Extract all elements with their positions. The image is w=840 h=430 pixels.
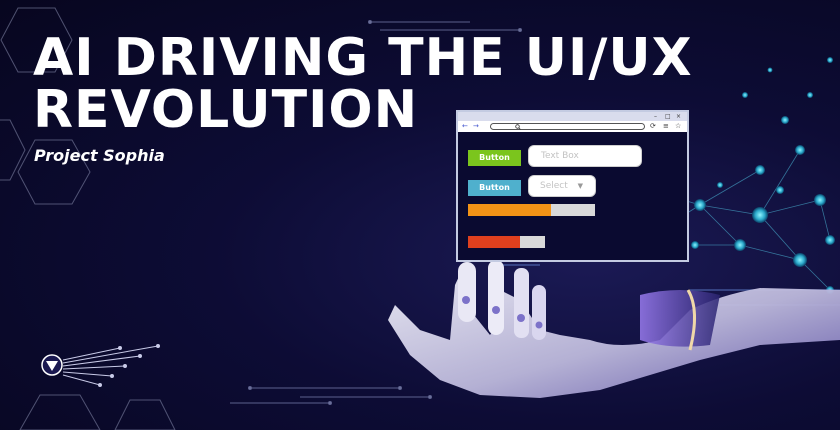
text-box-input[interactable]: Text Box — [528, 145, 642, 167]
chevron-down-icon: ▼ — [577, 182, 583, 190]
hero-subtitle: Project Sophia — [34, 146, 165, 165]
hero-title-line2: REVOLUTION — [33, 80, 419, 140]
refresh-icon[interactable]: ⟳ — [650, 122, 656, 131]
window-titlebar: – □ × — [458, 112, 687, 121]
hero-title-line1: AI DRIVING THE UI/UX — [33, 28, 693, 88]
progress-bar-orange — [468, 204, 595, 216]
circuit-logo-icon — [41, 344, 160, 387]
window-toolbar: ← → ⟳ ≡ ☆ — [458, 121, 687, 132]
select-value: Select — [540, 181, 568, 191]
maximize-icon[interactable]: □ — [665, 113, 671, 120]
progress-fill-red — [468, 236, 521, 248]
green-button[interactable]: Button — [468, 150, 521, 166]
robot-hand-icon — [388, 260, 840, 398]
search-icon — [515, 124, 521, 130]
progress-bar-red — [468, 236, 545, 248]
progress-fill-orange — [468, 204, 551, 216]
back-arrow-icon[interactable]: ← — [462, 122, 468, 131]
select-dropdown[interactable]: Select ▼ — [528, 175, 596, 197]
star-icon[interactable]: ☆ — [675, 122, 681, 131]
forward-arrow-icon[interactable]: → — [473, 122, 479, 131]
address-bar[interactable] — [490, 123, 645, 130]
teal-button[interactable]: Button — [468, 180, 521, 196]
mock-browser-window: – □ × ← → ⟳ ≡ ☆ Button Text Box Button S… — [456, 110, 689, 262]
close-icon[interactable]: × — [676, 113, 681, 120]
menu-icon[interactable]: ≡ — [663, 122, 669, 131]
minimize-icon[interactable]: – — [654, 113, 657, 120]
